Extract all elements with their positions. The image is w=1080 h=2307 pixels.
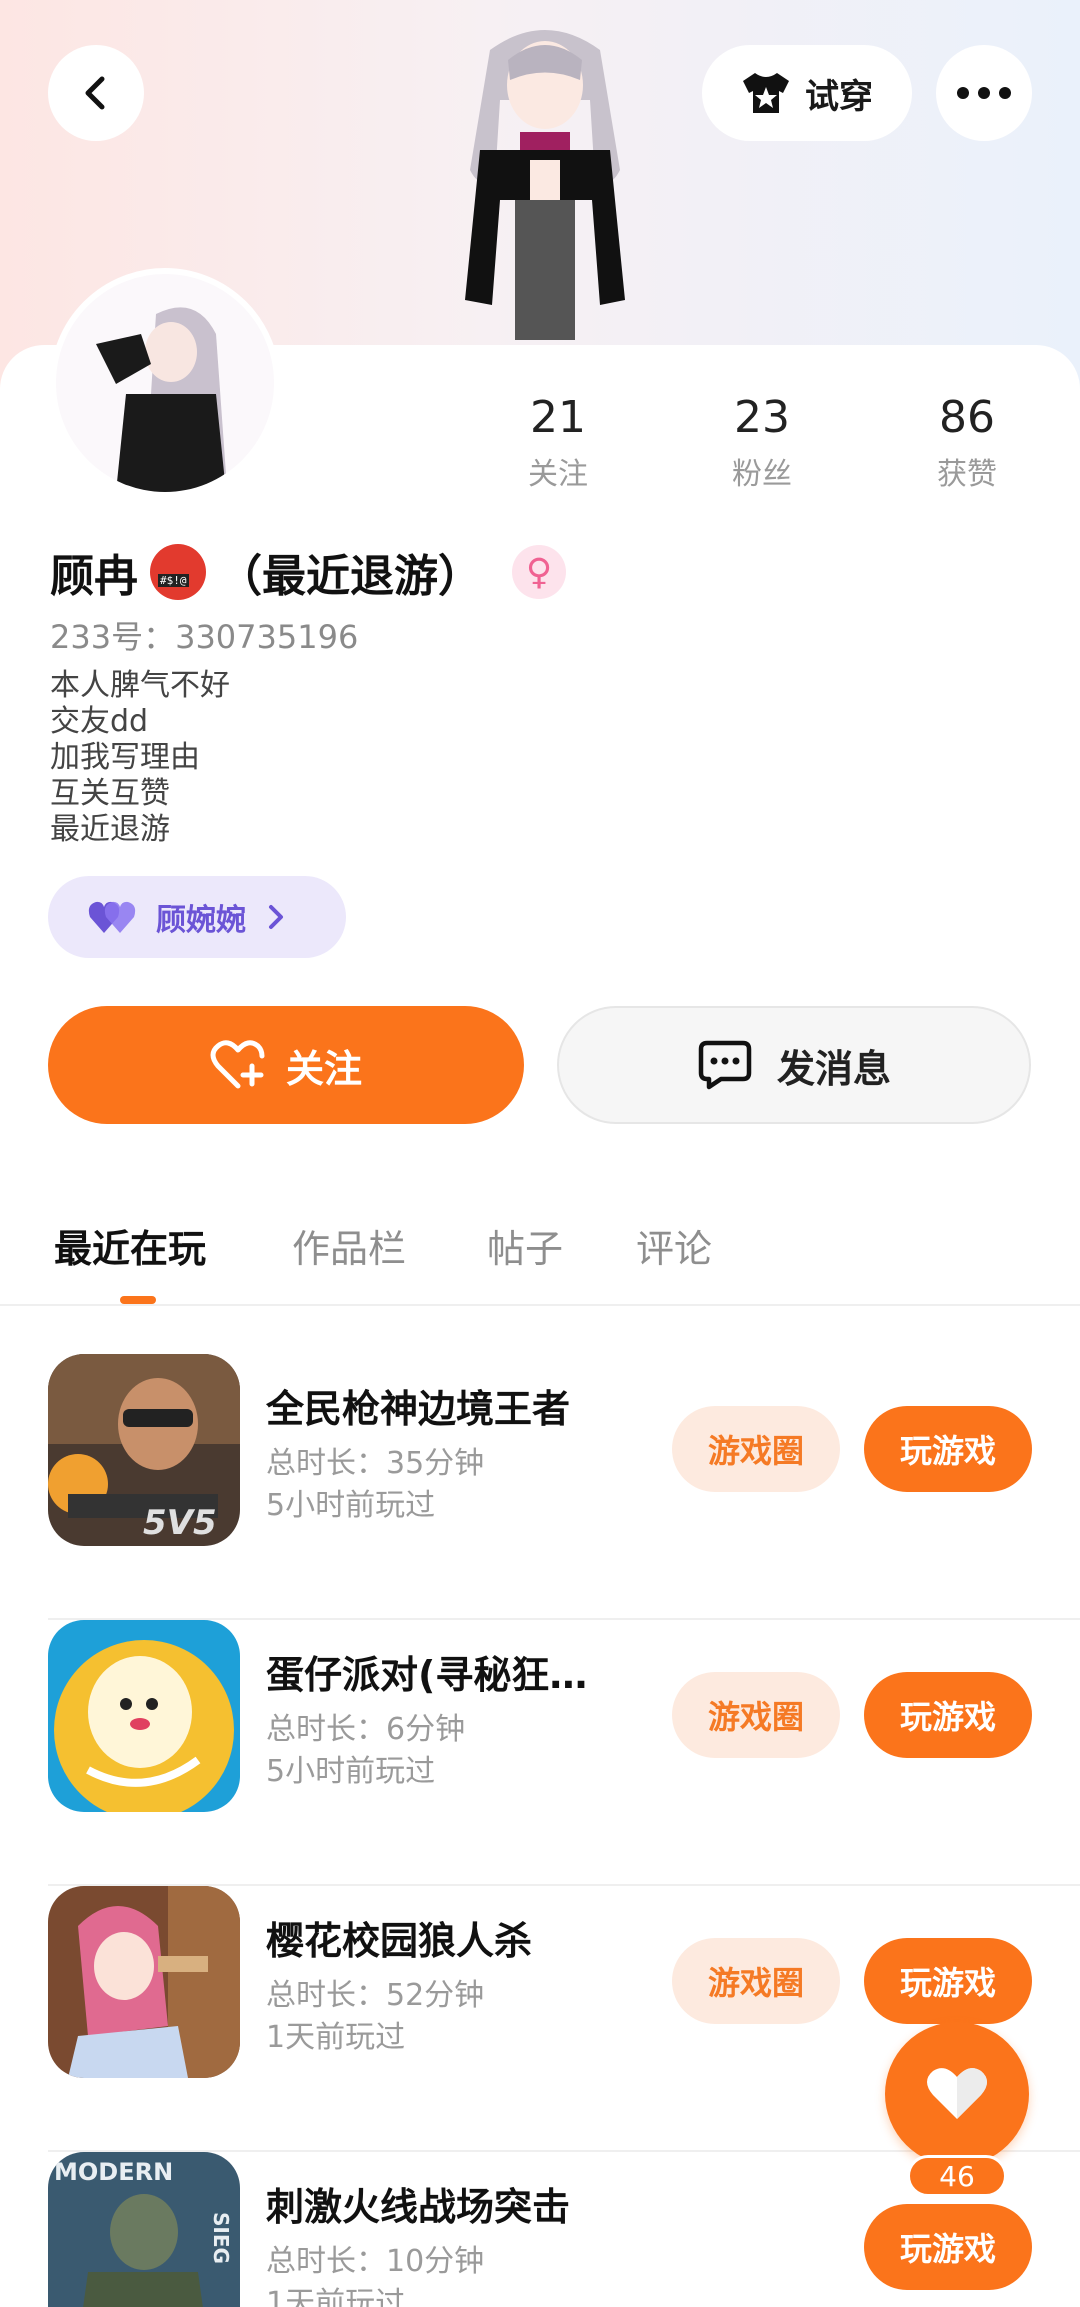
user-id: 233号：330735196 xyxy=(50,618,359,656)
avatar-3d-figure xyxy=(465,30,625,340)
play-game-button[interactable]: 玩游戏 xyxy=(864,1938,1032,2024)
send-message-label: 发消息 xyxy=(776,1046,891,1091)
like-profile-button[interactable] xyxy=(885,2022,1029,2166)
tab-recently-played[interactable]: 最近在玩 xyxy=(54,1218,206,1273)
game-duration: 总时长：52分钟 xyxy=(266,1978,485,2013)
play-game-button[interactable]: 玩游戏 xyxy=(864,1672,1032,1758)
play-game-button[interactable]: 玩游戏 xyxy=(864,2204,1032,2290)
game-duration: 总时长：35分钟 xyxy=(266,1446,485,1481)
send-message-button[interactable]: 发消息 xyxy=(557,1006,1031,1124)
active-tab-indicator xyxy=(120,1296,156,1304)
game-icon-text: 5V5 xyxy=(143,1503,217,1543)
more-dots-icon xyxy=(957,87,1011,99)
female-gender-icon: ♀ xyxy=(512,545,566,599)
game-last-played: 5小时前玩过 xyxy=(266,1754,436,1789)
profile-bio: 本人脾气不好 交友dd 加我写理由 互关互赞 最近退游 xyxy=(50,668,230,848)
game-title: 全民枪神边境王者 xyxy=(266,1387,571,1431)
game-title: 樱花校园狼人杀 xyxy=(266,1919,533,1963)
game-title: 刺激火线战场突击 xyxy=(266,2185,571,2229)
angry-emoji-icon xyxy=(150,544,206,600)
bio-line: 加我写理由 xyxy=(50,740,200,775)
list-item[interactable]: 5V5 全民枪神边境王者 总时长：35分钟 5小时前玩过 游戏圈 玩游戏 xyxy=(0,1354,1080,1620)
game-icon-side-text: SIEG xyxy=(209,2212,233,2264)
stat-followers-value: 23 xyxy=(734,392,790,443)
game-last-played: 1天前玩过 xyxy=(266,2020,406,2055)
stat-likes-label: 获赞 xyxy=(937,457,997,492)
game-title: 蛋仔派对(寻秘狂… xyxy=(266,1653,588,1697)
chevron-right-icon xyxy=(269,905,283,929)
profile-name-suffix: （最近退游） xyxy=(218,551,482,602)
back-button[interactable] xyxy=(48,45,144,141)
bio-line: 互关互赞 xyxy=(50,776,170,811)
game-icon: MODERN SIEG xyxy=(48,2152,240,2307)
game-icon xyxy=(48,1620,240,1812)
avatar-figure xyxy=(96,307,226,492)
game-last-played: 1天前玩过 xyxy=(266,2286,406,2307)
more-options-button[interactable] xyxy=(936,45,1032,141)
heart-icon xyxy=(927,2068,987,2119)
game-duration: 总时长：6分钟 xyxy=(266,1712,466,1747)
stat-following[interactable]: 21 关注 xyxy=(478,392,638,493)
tshirt-star-icon xyxy=(743,73,789,113)
chat-bubble-icon xyxy=(698,1040,752,1090)
cp-relation-pill[interactable]: 顾婉婉 xyxy=(48,876,346,958)
game-icon xyxy=(48,1886,240,2078)
tab-comments[interactable]: 评论 xyxy=(636,1218,712,1273)
cp-name: 顾婉婉 xyxy=(156,903,246,938)
stat-followers-label: 粉丝 xyxy=(732,457,792,492)
like-count-badge: 46 xyxy=(907,2155,1007,2197)
avatar[interactable] xyxy=(50,268,280,498)
heart-plus-icon xyxy=(210,1040,265,1089)
follow-button[interactable]: 关注 xyxy=(48,1006,524,1124)
game-circle-button[interactable]: 游戏圈 xyxy=(672,1938,840,2024)
game-last-played: 5小时前玩过 xyxy=(266,1488,436,1523)
play-game-button[interactable]: 玩游戏 xyxy=(864,1406,1032,1492)
stat-following-value: 21 xyxy=(530,392,586,443)
profile-name-row: 顾冉 （最近退游） ♀ xyxy=(50,540,566,604)
double-heart-icon xyxy=(88,901,136,933)
try-on-label: 试穿 xyxy=(805,76,873,117)
game-duration: 总时长：10分钟 xyxy=(266,2244,485,2279)
tab-posts[interactable]: 帖子 xyxy=(487,1218,563,1273)
bio-line: 本人脾气不好 xyxy=(50,668,230,703)
stat-followers[interactable]: 23 粉丝 xyxy=(682,392,842,493)
game-icon-text: MODERN xyxy=(54,2158,173,2186)
list-item[interactable]: 蛋仔派对(寻秘狂… 总时长：6分钟 5小时前玩过 游戏圈 玩游戏 xyxy=(0,1620,1080,1886)
stat-likes[interactable]: 86 获赞 xyxy=(887,392,1047,493)
follow-label: 关注 xyxy=(285,1046,362,1091)
bio-line: 最近退游 xyxy=(50,812,170,847)
stat-following-label: 关注 xyxy=(528,457,588,492)
profile-tabs: 最近在玩 作品栏 帖子 评论 xyxy=(0,1200,1080,1306)
chevron-left-icon xyxy=(85,76,105,110)
game-circle-button[interactable]: 游戏圈 xyxy=(672,1672,840,1758)
game-icon: 5V5 xyxy=(48,1354,240,1546)
profile-name: 顾冉 xyxy=(50,551,138,602)
try-on-button[interactable]: 试穿 xyxy=(702,45,912,141)
bio-line: 交友dd xyxy=(50,704,149,739)
stat-likes-value: 86 xyxy=(939,392,995,443)
tab-works[interactable]: 作品栏 xyxy=(292,1218,406,1273)
game-circle-button[interactable]: 游戏圈 xyxy=(672,1406,840,1492)
